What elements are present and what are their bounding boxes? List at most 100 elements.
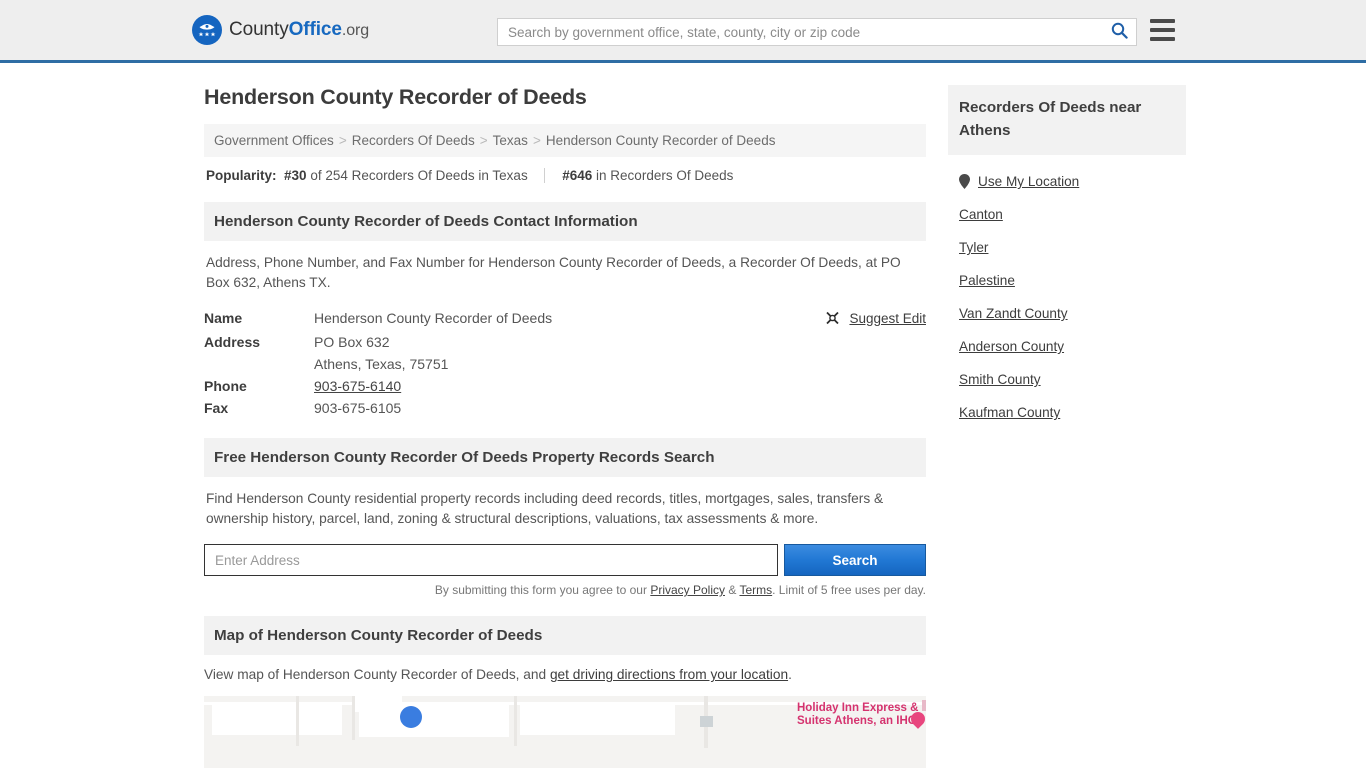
map-road	[296, 696, 299, 746]
detail-value-address-line2: Athens, Texas, 75751	[314, 356, 449, 372]
sidebar: Recorders Of Deeds near Athens Use My Lo…	[948, 85, 1186, 768]
table-row: Fax 903-675-6105	[204, 397, 926, 419]
sidebar-link[interactable]: Canton	[959, 207, 1003, 222]
content-row: Henderson County Recorder of Deeds Gover…	[204, 85, 1366, 768]
popularity-divider	[544, 168, 546, 183]
page-title: Henderson County Recorder of Deeds	[204, 85, 587, 109]
detail-label-blank	[204, 353, 314, 375]
terms-link[interactable]: Terms	[739, 583, 772, 597]
breadcrumb-item-government-offices[interactable]: Government Offices	[214, 133, 334, 148]
hamburger-bar	[1150, 28, 1175, 32]
map-poi-label-line2: Suites Athens, an IHG	[797, 715, 917, 727]
detail-label-address: Address	[204, 334, 261, 350]
table-row: Athens, Texas, 75751	[204, 353, 926, 375]
sidebar-item-use-my-location[interactable]: Use My Location	[959, 165, 1175, 198]
contact-section-heading: Henderson County Recorder of Deeds Conta…	[204, 202, 926, 241]
map-road	[352, 696, 355, 740]
table-row: Phone 903-675-6140	[204, 375, 926, 397]
breadcrumb-separator: >	[532, 133, 541, 148]
sidebar-link-list: Use My Location Canton Tyler Palestine V…	[948, 155, 1186, 429]
map-section-heading: Map of Henderson County Recorder of Deed…	[204, 616, 926, 655]
disclaimer-amp: &	[725, 583, 740, 597]
map-pin-icon	[959, 174, 970, 189]
sidebar-link[interactable]: Van Zandt County	[959, 306, 1068, 321]
breadcrumb-separator: >	[338, 133, 347, 148]
property-search-heading: Free Henderson County Recorder Of Deeds …	[204, 438, 926, 477]
sidebar-item-smith-county[interactable]: Smith County	[959, 363, 1175, 396]
sidebar-link[interactable]: Tyler	[959, 240, 988, 255]
map-block	[212, 705, 342, 735]
global-search-bar	[497, 18, 1137, 46]
main-column: Henderson County Recorder of Deeds Gover…	[204, 85, 926, 768]
logo-text-office: Office	[288, 19, 342, 40]
popularity-label: Popularity:	[206, 168, 277, 183]
property-search-button[interactable]: Search	[784, 544, 926, 576]
detail-value-phone: 903-675-6140	[314, 375, 814, 397]
use-my-location-link[interactable]: Use My Location	[978, 174, 1079, 189]
detail-label-fax: Fax	[204, 400, 229, 416]
sidebar-item-tyler[interactable]: Tyler	[959, 231, 1175, 264]
site-header: CountyOffice.org	[0, 0, 1366, 63]
disclaimer-prefix: By submitting this form you agree to our	[434, 583, 651, 597]
suggest-edit-link[interactable]: Suggest Edit	[849, 311, 926, 326]
breadcrumb: Government Offices > Recorders Of Deeds > Te…	[204, 124, 926, 157]
sidebar-heading: Recorders Of Deeds near Athens	[948, 85, 1186, 155]
map-note-suffix: .	[788, 667, 792, 682]
map-current-location-marker	[400, 706, 422, 728]
hamburger-menu-icon[interactable]	[1150, 19, 1175, 41]
popularity-line: Popularity: #30 of 254 Recorders Of Deed…	[204, 157, 926, 183]
property-search-form: Search	[204, 544, 926, 576]
breadcrumb-item-current: Henderson County Recorder of Deeds	[545, 133, 776, 148]
logo-text-org: .org	[341, 22, 370, 39]
map-embed[interactable]: Holiday Inn Express & Suites Athens, an …	[204, 696, 926, 768]
sidebar-link[interactable]: Kaufman County	[959, 405, 1060, 420]
map-poi-label-line1: Holiday Inn Express &	[797, 702, 919, 714]
sidebar-link[interactable]: Anderson County	[959, 339, 1064, 354]
contact-section-description: Address, Phone Number, and Fax Number fo…	[206, 255, 901, 290]
address-input[interactable]	[204, 544, 778, 576]
disclaimer-suffix: . Limit of 5 free uses per day.	[772, 583, 926, 597]
edit-pencil-icon	[825, 311, 840, 328]
breadcrumb-item-texas[interactable]: Texas	[493, 133, 528, 148]
map-poi-badge	[922, 700, 926, 711]
search-icon	[1111, 22, 1128, 42]
map-building-icon	[700, 716, 713, 727]
phone-link[interactable]: 903-675-6140	[314, 378, 401, 394]
sidebar-item-anderson-county[interactable]: Anderson County	[959, 330, 1175, 363]
sidebar-link[interactable]: Smith County	[959, 372, 1041, 387]
logo-text-county: County	[229, 19, 289, 40]
table-row: Name Henderson County Recorder of Deeds …	[204, 307, 926, 331]
hamburger-bar	[1150, 19, 1175, 23]
sidebar-link[interactable]: Palestine	[959, 273, 1015, 288]
sidebar-item-palestine[interactable]: Palestine	[959, 264, 1175, 297]
eagle-stars-logo-icon	[192, 15, 222, 45]
hamburger-bar	[1150, 37, 1175, 41]
map-section-note: View map of Henderson County Recorder of…	[204, 655, 926, 682]
breadcrumb-separator: >	[479, 133, 488, 148]
suggest-edit-cell: Suggest Edit	[814, 307, 926, 331]
page-body: Henderson County Recorder of Deeds Gover…	[0, 85, 1366, 768]
property-search-disclaimer: By submitting this form you agree to our…	[204, 583, 926, 597]
property-search-description: Find Henderson County residential proper…	[206, 491, 884, 526]
table-row: Address PO Box 632	[204, 331, 926, 353]
sidebar-item-kaufman-county[interactable]: Kaufman County	[959, 396, 1175, 429]
detail-label-phone: Phone	[204, 378, 247, 394]
map-road	[514, 696, 517, 746]
site-logo[interactable]: CountyOffice.org	[192, 15, 369, 45]
site-logo-text: CountyOffice.org	[229, 19, 369, 41]
detail-value-name: Henderson County Recorder of Deeds	[314, 310, 553, 326]
map-block	[359, 705, 509, 737]
detail-value-address-line1: PO Box 632	[314, 334, 390, 350]
driving-directions-link[interactable]: get driving directions from your locatio…	[550, 667, 788, 682]
breadcrumb-item-recorders-of-deeds[interactable]: Recorders Of Deeds	[352, 133, 475, 148]
search-input[interactable]	[498, 19, 1102, 45]
sidebar-item-van-zandt-county[interactable]: Van Zandt County	[959, 297, 1175, 330]
sidebar-item-canton[interactable]: Canton	[959, 198, 1175, 231]
map-block	[520, 705, 675, 735]
popularity-state-rank: #30	[284, 168, 307, 183]
detail-label-name: Name	[204, 310, 243, 326]
search-submit-button[interactable]	[1102, 19, 1136, 45]
privacy-policy-link[interactable]: Privacy Policy	[650, 583, 725, 597]
detail-value-fax: 903-675-6105	[314, 400, 402, 416]
map-note-prefix: View map of Henderson County Recorder of…	[204, 667, 550, 682]
